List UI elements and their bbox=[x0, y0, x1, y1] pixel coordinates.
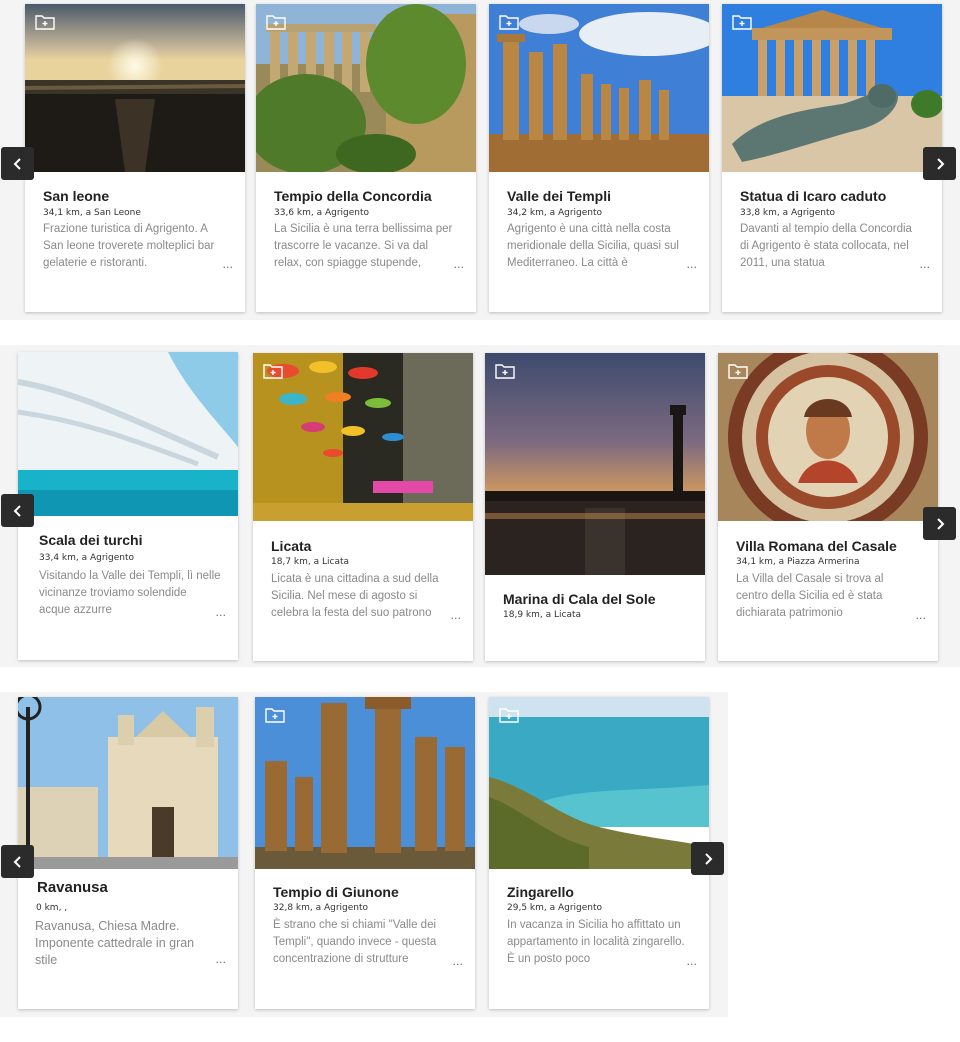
card-title[interactable]: San leone bbox=[43, 188, 235, 204]
card-distance: 34,1 km, a Piazza Armerina bbox=[736, 557, 860, 567]
card-licata[interactable]: Licata 18,7 km, a Licata Licata è una ci… bbox=[253, 353, 473, 661]
card-image[interactable] bbox=[718, 353, 938, 521]
card-image[interactable] bbox=[256, 4, 476, 172]
more-link[interactable]: ... bbox=[687, 955, 698, 968]
chevron-right-icon bbox=[936, 157, 944, 170]
card-scala-turchi[interactable]: Scala dei turchi 33,4 km, a Agrigento Vi… bbox=[18, 352, 238, 660]
card-valle-templi[interactable]: Valle dei Templi 34,2 km, a Agrigento Ag… bbox=[489, 4, 709, 312]
more-link[interactable]: ... bbox=[216, 606, 227, 619]
card-image[interactable] bbox=[489, 4, 709, 172]
chevron-left-icon bbox=[13, 504, 21, 517]
chevron-right-icon bbox=[936, 517, 944, 530]
more-link[interactable]: ... bbox=[687, 258, 698, 271]
card-distance: 32,8 km, a Agrigento bbox=[273, 903, 369, 913]
card-tempio-giunone[interactable]: Tempio di Giunone 32,8 km, a Agrigento È… bbox=[255, 697, 475, 1009]
more-link[interactable]: ... bbox=[223, 258, 234, 271]
card-distance: 0 km, , bbox=[36, 903, 68, 913]
chevron-left-icon bbox=[13, 157, 21, 170]
more-link[interactable]: ... bbox=[453, 955, 464, 968]
more-link[interactable]: ... bbox=[216, 953, 227, 966]
carousel-prev-button-row-2[interactable] bbox=[1, 494, 34, 527]
card-image[interactable] bbox=[722, 4, 942, 172]
card-title[interactable]: Ravanusa bbox=[37, 879, 228, 896]
card-distance: 33,8 km, a Agrigento bbox=[740, 208, 836, 218]
card-title[interactable]: Tempio della Concordia bbox=[274, 188, 466, 204]
carousel-prev-button-row-1[interactable] bbox=[1, 147, 34, 180]
card-image[interactable] bbox=[485, 353, 705, 575]
card-statua-icaro[interactable]: Statua di Icaro caduto 33,8 km, a Agrige… bbox=[722, 4, 942, 312]
card-description: Davanti al tempio della Concordia di Agr… bbox=[740, 223, 912, 269]
card-title[interactable]: Villa Romana del Casale bbox=[736, 538, 928, 554]
carousel-next-button-row-1[interactable] bbox=[923, 147, 956, 180]
card-image[interactable] bbox=[18, 352, 238, 516]
folder-add-icon[interactable] bbox=[35, 14, 55, 30]
folder-add-icon[interactable] bbox=[266, 14, 286, 30]
card-description: È strano che si chiami "Valle dei Templi… bbox=[273, 919, 437, 965]
card-distance: 34,2 km, a Agrigento bbox=[507, 208, 603, 218]
card-zingarello[interactable]: Zingarello 29,5 km, a Agrigento In vacan… bbox=[489, 697, 709, 1009]
card-description: In vacanza in Sicilia ho affittato un ap… bbox=[507, 919, 685, 965]
card-image[interactable] bbox=[255, 697, 475, 869]
card-description: Agrigento è una città nella costa meridi… bbox=[507, 223, 679, 269]
card-distance: 34,1 km, a San Leone bbox=[43, 208, 141, 218]
folder-add-icon[interactable] bbox=[499, 707, 519, 723]
card-title[interactable]: Tempio di Giunone bbox=[273, 884, 465, 900]
card-san-leone[interactable]: San leone 34,1 km, a San Leone Frazione … bbox=[25, 4, 245, 312]
folder-add-icon[interactable] bbox=[265, 707, 285, 723]
card-description: Ravanusa, Chiesa Madre. Imponente catted… bbox=[35, 919, 195, 967]
more-link[interactable]: ... bbox=[451, 609, 462, 622]
card-marina-cala-sole[interactable]: Marina di Cala del Sole 18,9 km, a Licat… bbox=[485, 353, 705, 661]
card-title[interactable]: Scala dei turchi bbox=[39, 532, 228, 548]
carousel-next-button-row-3[interactable] bbox=[691, 842, 724, 875]
card-title[interactable]: Zingarello bbox=[507, 884, 699, 900]
chevron-left-icon bbox=[13, 855, 21, 868]
folder-add-icon[interactable] bbox=[495, 363, 515, 379]
card-image[interactable] bbox=[253, 353, 473, 521]
card-description: Licata è una cittadina a sud della Sicil… bbox=[271, 573, 439, 619]
card-image[interactable] bbox=[489, 697, 709, 869]
card-title[interactable]: Valle dei Templi bbox=[507, 188, 699, 204]
card-title[interactable]: Marina di Cala del Sole bbox=[503, 591, 695, 607]
card-distance: 29,5 km, a Agrigento bbox=[507, 903, 603, 913]
card-distance: 18,7 km, a Licata bbox=[271, 557, 349, 567]
more-link[interactable]: ... bbox=[454, 258, 465, 271]
more-link[interactable]: ... bbox=[916, 609, 927, 622]
chevron-right-icon bbox=[704, 852, 712, 865]
card-description: Visitando la Valle dei Templi, lì nelle … bbox=[39, 570, 221, 616]
card-distance: 33,4 km, a Agrigento bbox=[39, 553, 135, 563]
card-title[interactable]: Licata bbox=[271, 538, 463, 554]
folder-add-icon[interactable] bbox=[499, 14, 519, 30]
card-villa-romana[interactable]: Villa Romana del Casale 34,1 km, a Piazz… bbox=[718, 353, 938, 661]
card-tempio-concordia[interactable]: Tempio della Concordia 33,6 km, a Agrige… bbox=[256, 4, 476, 312]
folder-add-icon[interactable] bbox=[728, 363, 748, 379]
folder-add-icon[interactable] bbox=[263, 363, 283, 379]
more-link[interactable]: ... bbox=[920, 258, 931, 271]
card-image[interactable] bbox=[25, 4, 245, 172]
carousel-next-button-row-2[interactable] bbox=[923, 507, 956, 540]
card-distance: 18,9 km, a Licata bbox=[503, 610, 581, 620]
card-ravanusa[interactable]: Ravanusa 0 km, , Ravanusa, Chiesa Madre.… bbox=[18, 697, 238, 1009]
card-image[interactable] bbox=[18, 697, 238, 869]
card-description: La Villa del Casale si trova al centro d… bbox=[736, 573, 884, 619]
card-description: Frazione turistica di Agrigento. A San l… bbox=[43, 223, 215, 269]
carousel-prev-button-row-3[interactable] bbox=[1, 845, 34, 878]
card-description: La Sicilia è una terra bellissima per tr… bbox=[274, 223, 453, 269]
card-title[interactable]: Statua di Icaro caduto bbox=[740, 188, 932, 204]
card-distance: 33,6 km, a Agrigento bbox=[274, 208, 370, 218]
folder-add-icon[interactable] bbox=[732, 14, 752, 30]
